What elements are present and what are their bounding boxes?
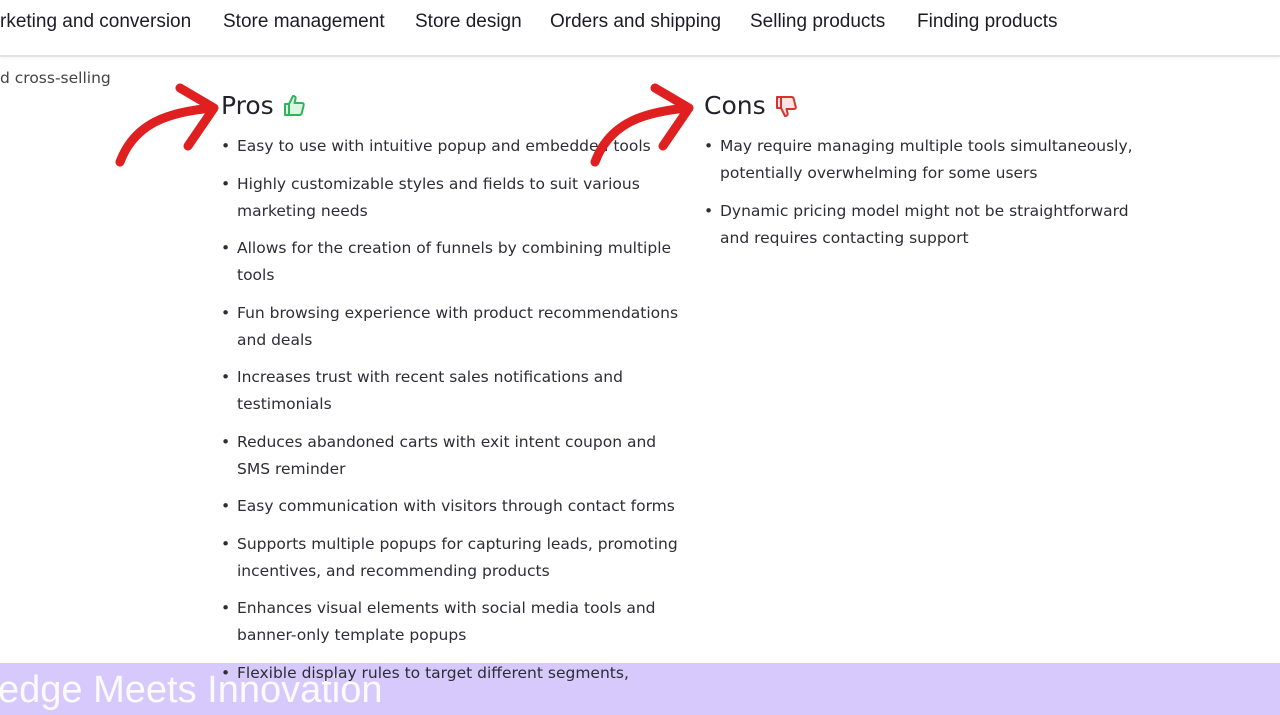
thumbs-down-icon	[775, 95, 797, 117]
pros-item: Increases trust with recent sales notifi…	[221, 364, 691, 418]
pros-list: Easy to use with intuitive popup and emb…	[221, 133, 691, 687]
nav-marketing-and-conversion[interactable]: rketing and conversion	[0, 11, 191, 33]
cons-item: May require managing multiple tools simu…	[704, 133, 1154, 187]
pros-item: Flexible display rules to target differe…	[221, 660, 691, 687]
pros-item: Highly customizable styles and fields to…	[221, 171, 691, 225]
nav-selling-products[interactable]: Selling products	[750, 11, 885, 33]
breadcrumb[interactable]: d cross-selling	[0, 69, 111, 87]
cons-section: Cons May require managing multiple tools…	[704, 91, 1154, 262]
pros-section: Pros Easy to use with intuitive popup an…	[221, 91, 691, 697]
thumbs-up-icon	[283, 94, 305, 116]
pros-item: Reduces abandoned carts with exit intent…	[221, 429, 691, 483]
cons-heading: Cons	[704, 91, 1154, 120]
pros-item: Supports multiple popups for capturing l…	[221, 531, 691, 585]
top-nav: rketing and conversion Store management …	[0, 0, 1280, 57]
cons-title: Cons	[704, 91, 766, 120]
nav-orders-and-shipping[interactable]: Orders and shipping	[550, 11, 721, 33]
nav-store-design[interactable]: Store design	[415, 11, 522, 33]
pros-item: Allows for the creation of funnels by co…	[221, 235, 691, 289]
red-arrow-annotation-cons	[590, 83, 694, 167]
pros-item: Easy communication with visitors through…	[221, 493, 691, 520]
pros-item: Fun browsing experience with product rec…	[221, 300, 691, 354]
cons-list: May require managing multiple tools simu…	[704, 133, 1154, 252]
pros-title: Pros	[221, 91, 274, 120]
red-arrow-annotation-pros	[115, 83, 219, 167]
cons-item: Dynamic pricing model might not be strai…	[704, 198, 1154, 252]
nav-finding-products[interactable]: Finding products	[917, 11, 1057, 33]
nav-store-management[interactable]: Store management	[223, 11, 385, 33]
pros-item: Enhances visual elements with social med…	[221, 595, 691, 649]
